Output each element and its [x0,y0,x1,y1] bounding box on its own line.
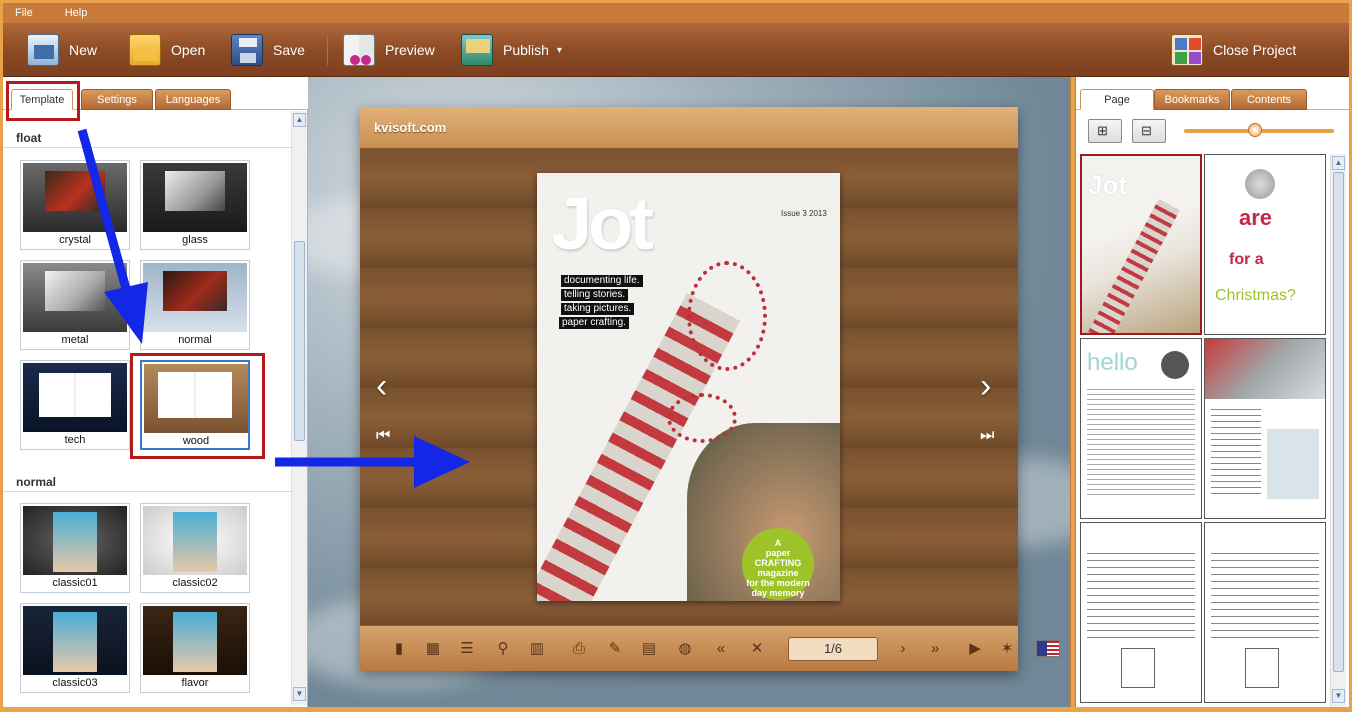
arrow-head [104,282,148,344]
annotation-arrows [77,128,470,488]
arrow-head [414,436,470,488]
arrow-shaft [77,128,133,298]
